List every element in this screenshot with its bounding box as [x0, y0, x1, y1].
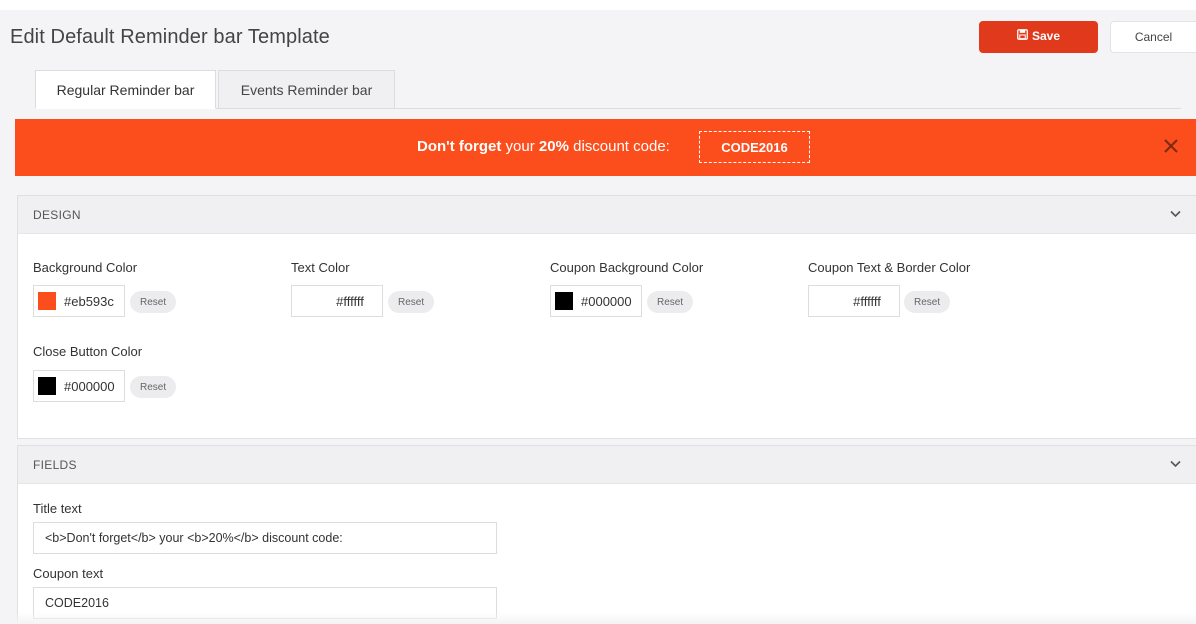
fields-panel-title: FIELDS: [33, 457, 77, 472]
coupon-background-color-swatch[interactable]: [555, 292, 573, 310]
preview-coupon-box: CODE2016: [699, 131, 810, 163]
fields-panel: FIELDS Title text <b>Don't forget</b> yo…: [17, 445, 1196, 624]
close-button-color-input[interactable]: #000000: [33, 370, 125, 402]
background-color-value: #eb593c: [64, 293, 114, 309]
coupon-text-border-color-reset-button[interactable]: Reset: [904, 291, 951, 313]
close-button-color-swatch[interactable]: [38, 377, 56, 395]
chevron-down-icon[interactable]: [1170, 210, 1181, 218]
background-color-swatch[interactable]: [38, 292, 56, 310]
coupon-text-border-color-value: #ffffff: [853, 293, 881, 309]
bottom-fade: [0, 612, 1196, 624]
tab-events-reminder-bar[interactable]: Events Reminder bar: [218, 70, 395, 109]
close-button-color-reset-button[interactable]: Reset: [130, 376, 177, 398]
text-color-value: #ffffff: [336, 293, 364, 309]
title-text-input[interactable]: <b>Don't forget</b> your <b>20%</b> disc…: [33, 522, 497, 554]
save-label: Save: [1031, 29, 1061, 43]
coupon-text-border-color-input[interactable]: #ffffff: [808, 285, 900, 317]
coupon-background-color-reset-button[interactable]: Reset: [647, 291, 694, 313]
preview-bold-text: 20%: [538, 138, 569, 155]
chevron-down-icon[interactable]: [1170, 460, 1181, 468]
title-text-label: Title text: [33, 501, 82, 516]
save-button[interactable]: Save: [979, 21, 1098, 53]
coupon-text-label: Coupon text: [33, 566, 104, 581]
reminder-bar-preview: Don't forget your 20% discount code: COD…: [15, 119, 1196, 176]
design-panel-title: DESIGN: [33, 207, 81, 222]
preview-title-text: Don't forget your 20% discount code:: [417, 138, 670, 155]
preview-text-segment: your: [501, 138, 539, 155]
tab-regular-reminder-bar[interactable]: Regular Reminder bar: [35, 70, 216, 109]
coupon-text-border-color-label: Coupon Text & Border Color: [808, 260, 971, 275]
tab-bar: Regular Reminder bar Events Reminder bar: [35, 70, 395, 109]
close-icon[interactable]: [1161, 136, 1181, 156]
design-panel-header[interactable]: DESIGN: [18, 196, 1196, 234]
text-color-reset-button[interactable]: Reset: [388, 291, 435, 313]
coupon-background-color-value: #000000: [581, 293, 632, 309]
top-strip: [0, 0, 1196, 10]
text-color-swatch[interactable]: [310, 292, 329, 310]
cancel-button[interactable]: Cancel: [1110, 21, 1196, 53]
save-icon: [1017, 29, 1028, 40]
coupon-background-color-input[interactable]: #000000: [550, 285, 642, 317]
fields-panel-header[interactable]: FIELDS: [18, 446, 1196, 484]
preview-text-segment: discount code:: [568, 138, 670, 155]
coupon-background-color-label: Coupon Background Color: [550, 260, 704, 275]
page-title: Edit Default Reminder bar Template: [10, 26, 330, 48]
close-button-color-value: #000000: [64, 378, 115, 394]
text-color-input[interactable]: #ffffff: [291, 285, 383, 317]
text-color-label: Text Color: [291, 260, 350, 275]
background-color-label: Background Color: [33, 260, 138, 275]
background-color-reset-button[interactable]: Reset: [130, 291, 177, 313]
design-panel: DESIGN Background Color #eb593c Reset Te…: [17, 195, 1196, 439]
background-color-input[interactable]: #eb593c: [33, 285, 125, 317]
preview-bold-text: Don't forget: [417, 138, 502, 155]
coupon-text-border-color-swatch[interactable]: [827, 292, 846, 310]
close-button-color-label: Close Button Color: [33, 344, 143, 359]
